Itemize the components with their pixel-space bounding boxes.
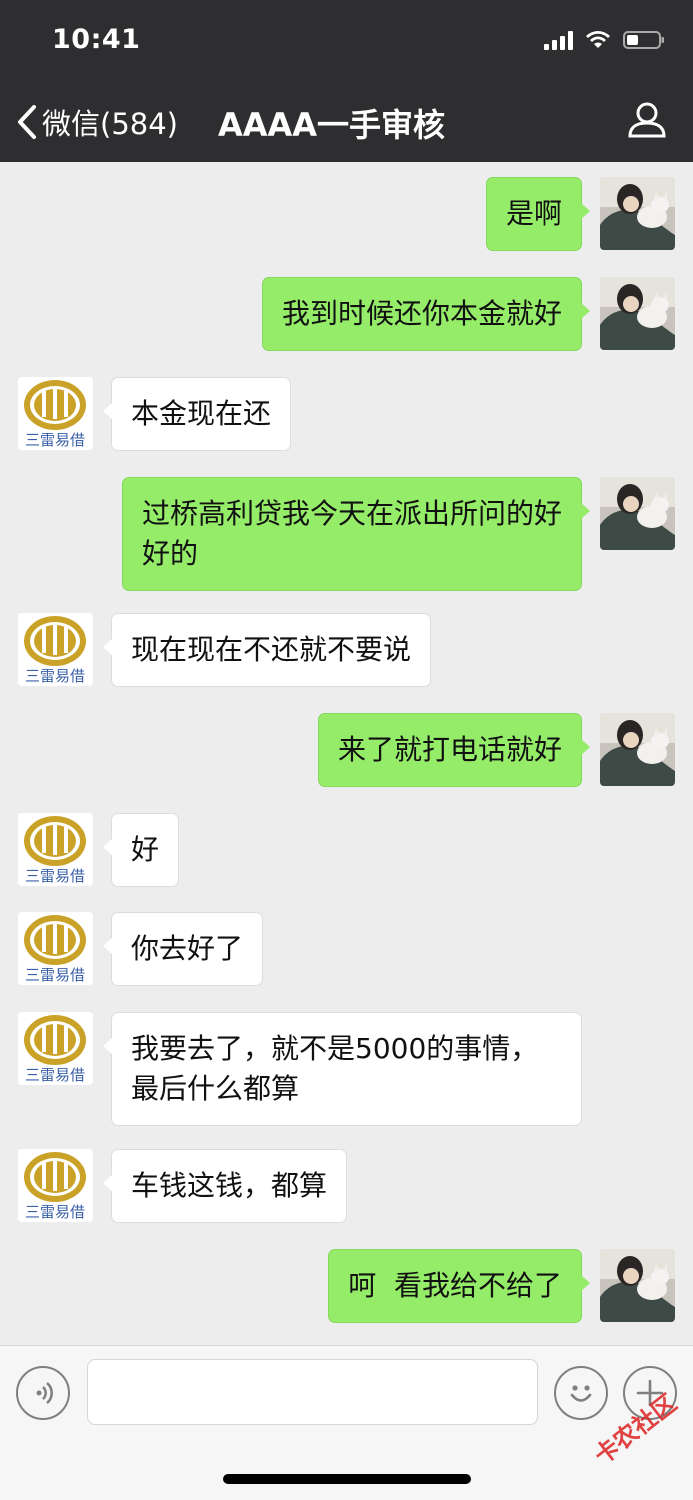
home-indicator [223,1474,471,1484]
chat-area[interactable]: 是啊 我到时候还你本金就好 三雷易借 本金现在还 过桥高利贷我今天在派出所问的好… [0,162,693,1345]
logo-text: 三雷易借 [25,1066,85,1084]
logo-text: 三雷易借 [25,867,85,885]
avatar-self[interactable] [600,177,675,250]
person-icon [628,102,666,138]
chat-info-button[interactable] [627,102,667,142]
avatar-self[interactable] [600,477,675,550]
avatar-self[interactable] [600,277,675,350]
avatar-contact[interactable]: 三雷易借 [18,377,93,450]
message-bubble-received[interactable]: 我要去了，就不是5000的事情，最后什么都算 [103,1012,582,1126]
input-bar [0,1345,693,1500]
message-bubble-received[interactable]: 现在现在不还就不要说 [102,613,432,687]
status-time: 10:41 [52,24,141,55]
emoji-icon [570,1385,592,1402]
message-bubble-received[interactable]: 你去好了 [102,912,264,986]
voice-button[interactable] [16,1366,70,1420]
message-bubble-sent[interactable]: 是啊 [485,177,591,251]
message-bubble-sent[interactable]: 来了就打电话就好 [317,713,591,787]
avatar-contact[interactable]: 三雷易借 [18,912,93,985]
header: 10:41 微信(584) AAAA一手审核 [0,0,693,162]
logo-text: 三雷易借 [25,966,85,984]
voice-icon [36,1382,53,1404]
message-input[interactable] [87,1359,538,1425]
message-bubble-received[interactable]: 本金现在还 [102,377,292,451]
avatar-contact[interactable]: 三雷易借 [18,613,93,686]
avatar-contact[interactable]: 三雷易借 [18,1012,93,1085]
chat-title: AAAA一手审核 [217,106,446,144]
message-bubble-sent[interactable]: 我到时候还你本金就好 [261,277,591,351]
avatar-self[interactable] [600,713,675,786]
message-bubble-received[interactable]: 车钱这钱，都算 [102,1149,348,1223]
battery-icon [623,30,665,50]
status-icons [544,30,665,50]
avatar-contact[interactable]: 三雷易借 [18,1149,93,1222]
emoji-button[interactable] [554,1366,608,1420]
logo-text: 三雷易借 [25,431,85,449]
logo-text: 三雷易借 [25,1203,85,1221]
avatar-contact[interactable]: 三雷易借 [18,813,93,886]
signal-icon [544,30,573,50]
logo-text: 三雷易借 [25,667,85,685]
avatar-self[interactable] [600,1249,675,1322]
message-bubble-sent[interactable]: 呵 看我给不给了 [328,1249,590,1323]
message-bubble-received[interactable]: 好 [102,813,180,887]
wifi-icon [585,30,611,50]
message-bubble-sent[interactable]: 过桥高利贷我今天在派出所问的好好的 [122,477,590,591]
